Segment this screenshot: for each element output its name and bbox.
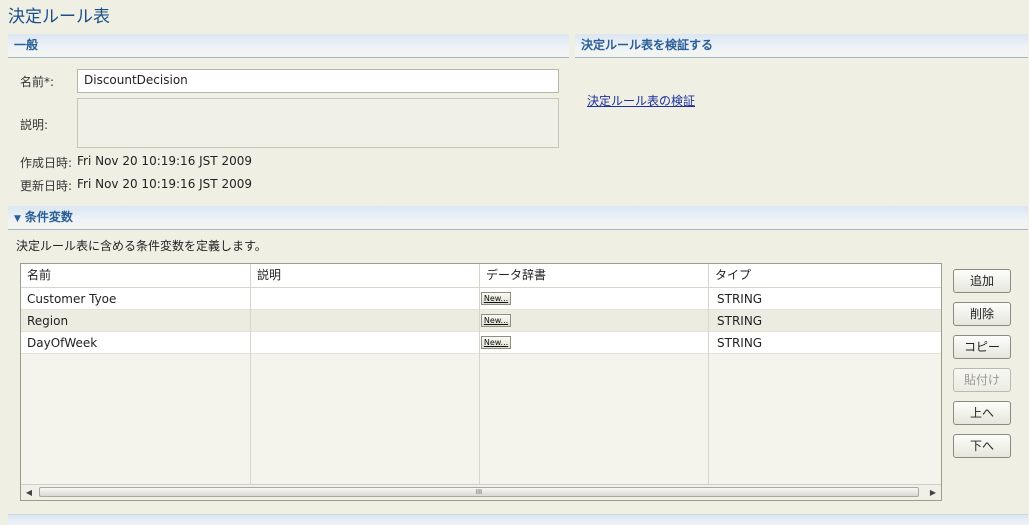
conditions-description: 決定ルール表に含める条件変数を定義します。: [16, 239, 267, 253]
row-type: STRING: [717, 314, 763, 328]
delete-button[interactable]: 削除: [953, 302, 1011, 326]
dictionary-new-button[interactable]: New...: [481, 292, 511, 305]
scroll-left-icon[interactable]: ◀: [21, 485, 37, 500]
row-name: Region: [27, 314, 69, 328]
conditions-section-header[interactable]: ▼ 条件変数: [8, 206, 1028, 230]
updated-value: Fri Nov 20 10:19:16 JST 2009: [77, 177, 252, 191]
description-label: 説明:: [20, 118, 49, 132]
column-header-type[interactable]: タイプ: [708, 264, 941, 287]
conditions-section-title: 条件変数: [24, 210, 73, 224]
validate-section-header: 決定ルール表を検証する: [575, 34, 1028, 58]
description-textarea[interactable]: [77, 98, 559, 148]
general-section-title: 一般: [14, 38, 39, 52]
table-row[interactable]: DayOfWeek New... STRING: [21, 332, 941, 354]
table-row[interactable]: Customer Tyoe New... STRING: [21, 288, 941, 310]
validate-rule-table-link[interactable]: 決定ルール表の検証: [587, 92, 695, 109]
table-row[interactable]: Region New... STRING: [21, 310, 941, 332]
general-section-header: 一般: [8, 34, 569, 58]
validate-section-title: 決定ルール表を検証する: [581, 38, 714, 52]
name-label: 名前*:: [20, 75, 55, 89]
name-input[interactable]: DiscountDecision: [77, 69, 559, 93]
scroll-grip: III: [475, 488, 483, 496]
dictionary-new-button[interactable]: New...: [481, 314, 511, 327]
collapse-triangle-icon[interactable]: ▼: [14, 208, 21, 230]
add-button[interactable]: 追加: [953, 269, 1011, 293]
paste-button[interactable]: 貼付け: [953, 368, 1011, 392]
page-title: 決定ルール表: [8, 7, 110, 27]
column-header-dictionary[interactable]: データ辞書: [479, 264, 708, 287]
scroll-thumb[interactable]: III: [39, 487, 919, 497]
table-header: 名前 説明 データ辞書 タイプ: [21, 264, 941, 288]
row-type: STRING: [717, 292, 763, 306]
column-header-name[interactable]: 名前: [21, 264, 250, 287]
column-header-description[interactable]: 説明: [250, 264, 479, 287]
move-up-button[interactable]: 上へ: [953, 401, 1011, 425]
horizontal-scrollbar[interactable]: ◀ III ▶: [21, 484, 941, 500]
updated-label: 更新日時:: [20, 179, 73, 193]
conditions-table: 名前 説明 データ辞書 タイプ Customer Tyoe New... STR…: [20, 263, 942, 501]
dictionary-new-button[interactable]: New...: [481, 336, 511, 349]
scroll-right-icon[interactable]: ▶: [925, 485, 941, 500]
row-name: Customer Tyoe: [27, 292, 117, 306]
row-name: DayOfWeek: [27, 336, 98, 350]
copy-button[interactable]: コピー: [953, 335, 1011, 359]
move-down-button[interactable]: 下へ: [953, 434, 1011, 458]
name-input-value: DiscountDecision: [84, 73, 188, 87]
created-label: 作成日時:: [20, 156, 73, 170]
created-value: Fri Nov 20 10:19:16 JST 2009: [77, 154, 252, 168]
next-section-header: [8, 514, 1028, 525]
row-type: STRING: [717, 336, 763, 350]
